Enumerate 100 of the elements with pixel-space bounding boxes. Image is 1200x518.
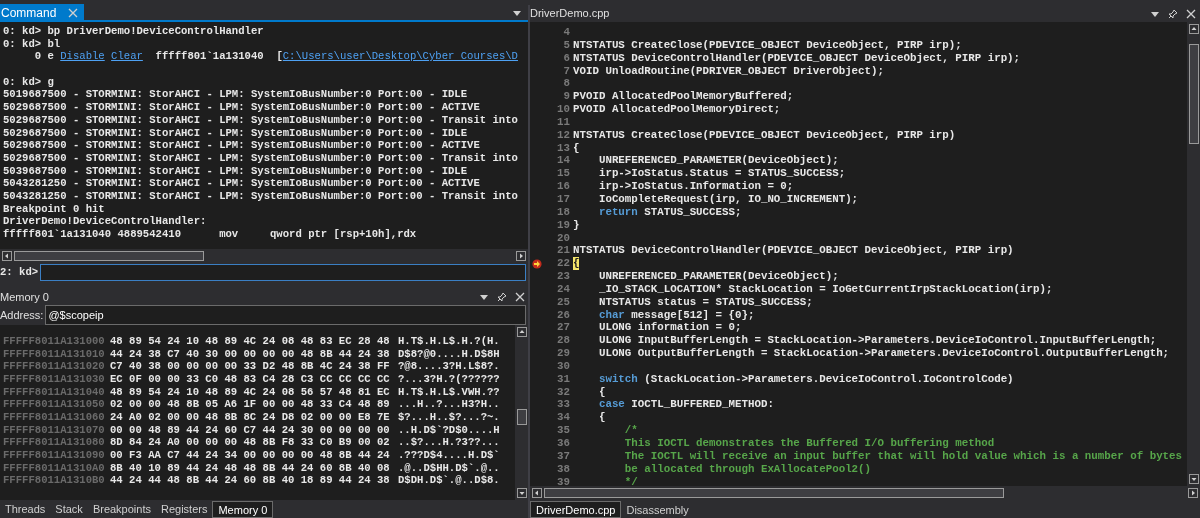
horizontal-scrollbar[interactable] (0, 249, 528, 263)
tab[interactable]: Stack (50, 501, 88, 518)
memory-address: FFFFF8011A131070 (3, 423, 106, 437)
line-number: 12 (556, 128, 571, 142)
tab[interactable]: Memory 0 (212, 501, 274, 518)
tab[interactable]: Registers (155, 501, 213, 518)
memory-ascii: .???D$4....H.D$` (398, 449, 500, 462)
tab[interactable]: Breakpoints (87, 501, 156, 518)
memory-ascii: ?...3?H.?(?????? (398, 372, 500, 386)
prompt-label: 2: kd> (0, 264, 40, 280)
scroll-right-icon[interactable] (1188, 488, 1198, 498)
vertical-scrollbar[interactable] (515, 324, 528, 501)
memory-bytes: 48 89 54 24 10 48 89 4C 24 08 56 57 48 81 EC (110, 385, 391, 399)
line-number: 34 (556, 411, 571, 425)
dropdown-icon[interactable] (512, 8, 522, 17)
line-number: 37 (556, 449, 571, 463)
pin-icon[interactable] (497, 291, 507, 302)
line-number: 25 (556, 295, 571, 309)
line-number: 11 (556, 115, 571, 129)
close-icon[interactable] (515, 291, 525, 302)
output-line: fffff801`1a131040 4889542410 mov qword ptr [rsp+10h],rdx (3, 228, 418, 241)
line-number: 4 (562, 26, 571, 39)
memory-address: FFFFF8011A131000 (3, 334, 106, 348)
memory-address: FFFFF8011A131090 (3, 449, 106, 462)
code-line: VOID UnloadRoutine(PDRIVER_OBJECT DriverObject); (573, 64, 884, 78)
memory-address: FFFFF8011A1310B0 (3, 474, 106, 488)
line-number: 19 (556, 218, 571, 232)
output-line: DriverDemo!DeviceControlHandler: (3, 215, 208, 228)
line-number: 39 (556, 475, 571, 486)
scroll-down-icon[interactable] (516, 488, 527, 499)
dropdown-icon[interactable] (479, 292, 489, 301)
horizontal-scrollbar[interactable] (530, 486, 1200, 500)
memory-bytes: 02 00 00 48 8B 05 A6 1F 00 00 48 33 C4 48 89 (110, 398, 391, 411)
memory-bytes: 00 F3 AA C7 44 24 34 00 00 00 00 48 8B 44 24 (110, 449, 391, 462)
scroll-up-icon[interactable] (516, 326, 527, 337)
memory-bytes: 44 24 38 C7 40 30 00 00 00 00 48 8B 44 24 38 (110, 347, 391, 361)
command-tab[interactable]: Command (0, 4, 85, 21)
tab[interactable]: Threads (0, 501, 51, 518)
code-line: PVOID AllocatedPoolMemoryBuffered; (573, 90, 794, 104)
code-line: be allocated through ExAllocatePool2() (623, 462, 872, 476)
output-line: 5029687500 - STORMINI: StorAHCI - LPM: SystemIoBusNumber:0 Port:00 - ACTIVE (3, 139, 481, 152)
line-number: 18 (556, 205, 571, 219)
pin-icon[interactable] (1168, 8, 1178, 19)
code-line: UNREFERENCED_PARAMETER(DeviceObject); (597, 270, 839, 283)
scroll-down-icon[interactable] (1188, 474, 1199, 484)
link[interactable]: Disable (60, 50, 105, 63)
line-number: 33 (556, 398, 571, 412)
code-line: _IO_STACK_LOCATION* StackLocation = IoGetCurrentIrpStackLocation(irp); (597, 282, 1053, 296)
memory-bytes: 44 24 44 48 8B 44 24 60 8B 40 18 89 44 24 38 (110, 474, 391, 488)
code-line: ULONG information = 0; (597, 321, 742, 335)
line-number: 29 (556, 347, 571, 360)
scroll-up-icon[interactable] (1188, 24, 1199, 34)
tab[interactable]: DriverDemo.cpp (530, 501, 622, 518)
link[interactable]: C:\Users\user\Desktop\Cyber Courses\D (282, 50, 518, 63)
line-number: 9 (562, 90, 571, 104)
output-line: 5019687500 - STORMINI: StorAHCI - LPM: SystemIoBusNumber:0 Port:00 - IDLE (3, 88, 469, 102)
code-line: */ (623, 475, 638, 486)
memory-ascii: ..$?...H.?3??... (398, 436, 500, 449)
scroll-left-icon[interactable] (532, 488, 542, 498)
link[interactable]: Clear (111, 50, 143, 63)
line-number: 21 (556, 244, 571, 258)
address-field[interactable]: @$scopeip (45, 304, 526, 325)
line-number: 22 (556, 257, 571, 271)
code-line: irp->IoStatus.Status = STATUS_SUCCESS; (597, 167, 846, 181)
vertical-scrollbar[interactable] (1187, 22, 1200, 486)
scrollbar-thumb[interactable] (14, 251, 204, 261)
line-number: 26 (556, 308, 571, 322)
scroll-left-icon[interactable] (2, 251, 12, 261)
memory-bytes: 48 89 54 24 10 48 89 4C 24 08 48 83 EC 28 48 (110, 334, 391, 348)
scroll-right-icon[interactable] (516, 251, 526, 261)
output-line: 5029687500 - STORMINI: StorAHCI - LPM: SystemIoBusNumber:0 Port:00 - ACTIVE (3, 101, 481, 114)
pane-title: DriverDemo.cpp (530, 6, 611, 22)
code-line: NTSTATUS CreateClose(PDEVICE_OBJECT DeviceObject, PIRP irp); (573, 38, 962, 52)
line-number: 24 (556, 282, 571, 296)
memory-bytes: EC 0F 00 00 33 C0 48 83 C4 28 C3 CC CC CC CC (110, 372, 391, 386)
memory-bytes: 24 A0 02 00 00 48 8B 8C 24 D8 02 00 00 E8 7E (110, 410, 391, 424)
output-line: 5043281250 - STORMINI: StorAHCI - LPM: SystemIoBusNumber:0 Port:00 - ACTIVE (3, 177, 481, 190)
line-number: 8 (562, 77, 571, 91)
output-line: 5039687500 - STORMINI: StorAHCI - LPM: SystemIoBusNumber:0 Port:00 - IDLE (3, 164, 469, 178)
memory-bytes: C7 40 38 00 00 00 00 33 D2 48 8B 4C 24 38 FF (110, 360, 391, 373)
dropdown-icon[interactable] (1150, 9, 1160, 18)
scrollbar-thumb[interactable] (516, 408, 527, 425)
code-line: PVOID AllocatedPoolMemoryDirect; (573, 103, 781, 116)
tab[interactable]: Disassembly (621, 501, 694, 518)
scrollbar-thumb[interactable] (1188, 44, 1199, 144)
code-line: switch (StackLocation->Parameters.DeviceIoControl.IoControlCode) (597, 372, 1014, 386)
memory-bytes: 00 00 48 89 44 24 60 C7 44 24 30 00 00 00 00 (110, 423, 391, 437)
memory-bytes: 8D 84 24 A0 00 00 00 48 8B F8 33 C0 B9 00 02 (110, 436, 391, 449)
code-line: UNREFERENCED_PARAMETER(DeviceObject); (597, 154, 839, 168)
code-line: case IOCTL_BUFFERED_METHOD: (597, 398, 774, 412)
line-number: 38 (556, 462, 571, 476)
command-input[interactable] (40, 264, 526, 282)
memory-address: FFFFF8011A131080 (3, 436, 106, 449)
output-line: 5029687500 - STORMINI: StorAHCI - LPM: SystemIoBusNumber:0 Port:00 - IDLE (3, 126, 469, 140)
close-icon[interactable] (1186, 8, 1196, 19)
memory-ascii: H.T$.H.L$.H.?(H. (398, 334, 500, 348)
code-line: { (573, 141, 580, 155)
line-number: 23 (556, 270, 571, 283)
scrollbar-thumb[interactable] (544, 488, 1004, 498)
code-line: { (597, 411, 606, 425)
